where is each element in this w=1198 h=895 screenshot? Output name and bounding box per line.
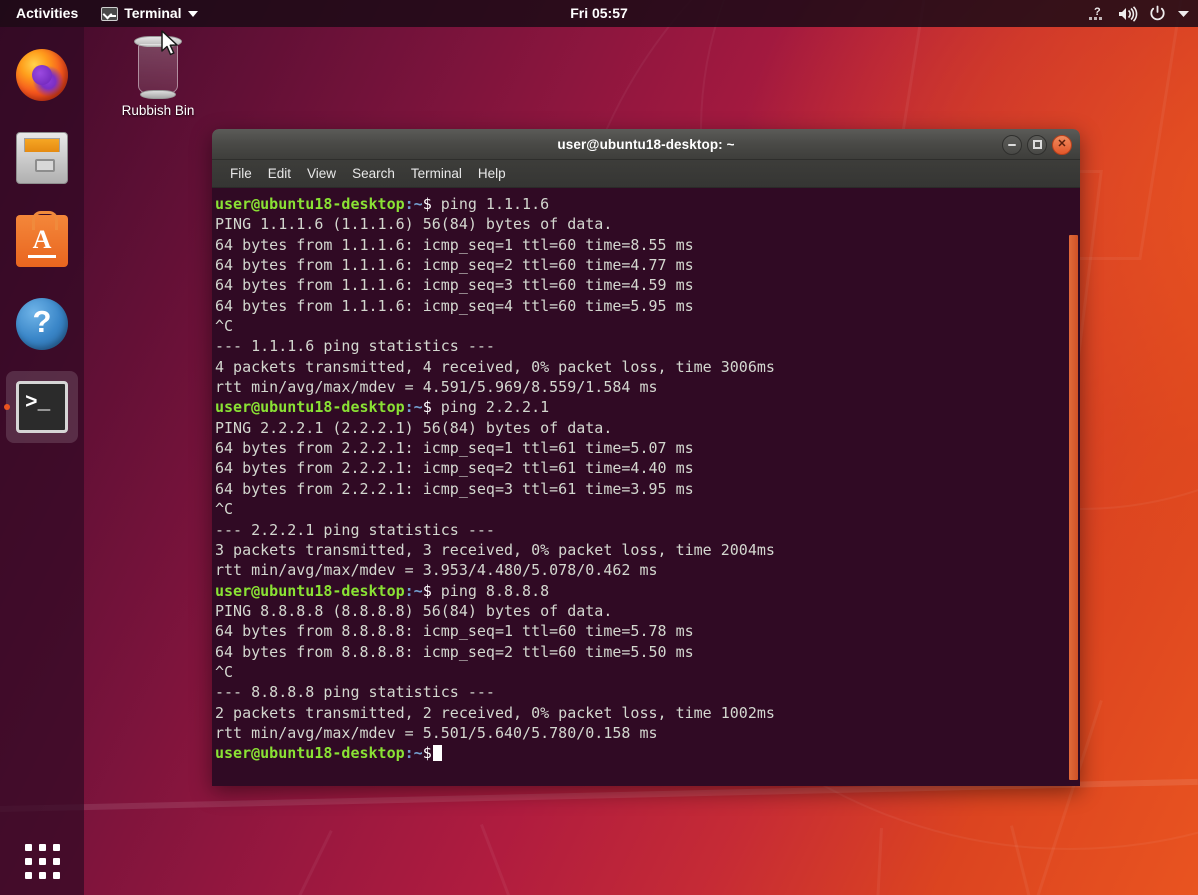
chevron-down-icon bbox=[188, 11, 198, 17]
close-icon: ✕ bbox=[1057, 139, 1066, 150]
minimize-button[interactable] bbox=[1002, 135, 1022, 155]
system-indicators[interactable]: ? bbox=[1089, 0, 1190, 27]
terminal-prompt-line: user@ubuntu18-desktop:~$ ping 8.8.8.8 bbox=[215, 581, 1080, 601]
dock-item-terminal[interactable]: >_ bbox=[6, 371, 78, 443]
terminal-output-line: 4 packets transmitted, 4 received, 0% pa… bbox=[215, 357, 1080, 377]
terminal-output-line: ^C bbox=[215, 662, 1080, 682]
window-controls: ✕ bbox=[1002, 129, 1072, 160]
terminal-output-line: rtt min/avg/max/mdev = 4.591/5.969/8.559… bbox=[215, 377, 1080, 397]
wallpaper-line bbox=[242, 830, 332, 895]
terminal-output-line: 64 bytes from 1.1.1.6: icmp_seq=3 ttl=60… bbox=[215, 275, 1080, 295]
terminal-prompt-icon: >_ bbox=[16, 381, 68, 433]
terminal-command: ping 2.2.2.1 bbox=[432, 398, 549, 416]
dock-item-firefox[interactable] bbox=[6, 39, 78, 111]
files-cabinet-icon bbox=[16, 132, 68, 184]
terminal-prompt-symbol: $ bbox=[423, 195, 432, 213]
menu-bar: File Edit View Search Terminal Help bbox=[212, 160, 1080, 188]
terminal-output-line: ^C bbox=[215, 499, 1080, 519]
dock-item-software[interactable]: A bbox=[6, 205, 78, 277]
scrollbar-thumb[interactable] bbox=[1069, 235, 1078, 780]
terminal-prompt-path: :~ bbox=[405, 744, 423, 762]
volume-icon[interactable] bbox=[1118, 6, 1138, 22]
terminal-scrollbar[interactable] bbox=[1066, 188, 1080, 786]
help-question-glyph: ? bbox=[16, 306, 68, 337]
desktop-icon-label: Rubbish Bin bbox=[122, 103, 195, 118]
activities-button[interactable]: Activities bbox=[0, 0, 91, 27]
terminal-output-line: PING 8.8.8.8 (8.8.8.8) 56(84) bytes of d… bbox=[215, 601, 1080, 621]
window-title: user@ubuntu18-desktop: ~ bbox=[557, 137, 734, 152]
terminal-output-line: 64 bytes from 2.2.2.1: icmp_seq=2 ttl=61… bbox=[215, 458, 1080, 478]
terminal-prompt-symbol: $ bbox=[423, 744, 432, 762]
ubuntu-software-bag-icon: A bbox=[16, 215, 68, 267]
svg-text:?: ? bbox=[1094, 6, 1101, 18]
terminal-output-line: 64 bytes from 1.1.1.6: icmp_seq=2 ttl=60… bbox=[215, 255, 1080, 275]
terminal-command: ping 1.1.1.6 bbox=[432, 195, 549, 213]
show-applications-grid-icon bbox=[25, 844, 60, 879]
terminal-prompt-glyph: >_ bbox=[25, 393, 50, 414]
terminal-prompt-line: user@ubuntu18-desktop:~$ bbox=[215, 743, 1080, 763]
terminal-prompt-path: :~ bbox=[405, 582, 423, 600]
software-a-glyph: A bbox=[16, 227, 68, 253]
terminal-output-line: 64 bytes from 2.2.2.1: icmp_seq=1 ttl=61… bbox=[215, 438, 1080, 458]
clock[interactable]: Fri 05:57 bbox=[499, 0, 699, 27]
terminal-prompt-user: user@ubuntu18-desktop bbox=[215, 398, 405, 416]
dock-item-help[interactable]: ? bbox=[6, 288, 78, 360]
terminal-output-line: --- 1.1.1.6 ping statistics --- bbox=[215, 336, 1080, 356]
terminal-output-line: 64 bytes from 2.2.2.1: icmp_seq=3 ttl=61… bbox=[215, 479, 1080, 499]
terminal-output-line: 64 bytes from 8.8.8.8: icmp_seq=2 ttl=60… bbox=[215, 642, 1080, 662]
close-button[interactable]: ✕ bbox=[1052, 135, 1072, 155]
terminal-icon bbox=[101, 7, 118, 21]
terminal-command: ping 8.8.8.8 bbox=[432, 582, 549, 600]
top-bar: Activities Terminal Fri 05:57 ? bbox=[0, 0, 1198, 27]
terminal-prompt-user: user@ubuntu18-desktop bbox=[215, 582, 405, 600]
wallpaper-line bbox=[480, 824, 569, 895]
terminal-output-line: 64 bytes from 1.1.1.6: icmp_seq=4 ttl=60… bbox=[215, 296, 1080, 316]
terminal-output-line: PING 2.2.2.1 (2.2.2.1) 56(84) bytes of d… bbox=[215, 418, 1080, 438]
terminal-prompt-symbol: $ bbox=[423, 398, 432, 416]
terminal-prompt-path: :~ bbox=[405, 195, 423, 213]
show-applications-button[interactable] bbox=[0, 844, 84, 879]
dock: A ? >_ bbox=[0, 27, 84, 895]
terminal-output-line: --- 2.2.2.1 ping statistics --- bbox=[215, 520, 1080, 540]
mouse-pointer bbox=[160, 30, 182, 60]
window-titlebar[interactable]: user@ubuntu18-desktop: ~ ✕ bbox=[212, 129, 1080, 160]
terminal-output-line: 2 packets transmitted, 2 received, 0% pa… bbox=[215, 703, 1080, 723]
terminal-prompt-user: user@ubuntu18-desktop bbox=[215, 744, 405, 762]
terminal-prompt-line: user@ubuntu18-desktop:~$ ping 1.1.1.6 bbox=[215, 194, 1080, 214]
terminal-output-line: rtt min/avg/max/mdev = 3.953/4.480/5.078… bbox=[215, 560, 1080, 580]
wallpaper-line bbox=[873, 828, 883, 895]
menu-item-terminal[interactable]: Terminal bbox=[403, 164, 470, 183]
terminal-output-line: 64 bytes from 8.8.8.8: icmp_seq=1 ttl=60… bbox=[215, 621, 1080, 641]
terminal-window[interactable]: user@ubuntu18-desktop: ~ ✕ File Edit Vie… bbox=[212, 129, 1080, 786]
terminal-prompt-user: user@ubuntu18-desktop bbox=[215, 195, 405, 213]
terminal-prompt-path: :~ bbox=[405, 398, 423, 416]
help-question-icon: ? bbox=[16, 298, 68, 350]
desktop-icon-rubbish-bin[interactable]: Rubbish Bin bbox=[112, 36, 204, 118]
terminal-output-line: ^C bbox=[215, 316, 1080, 336]
system-menu-chevron-icon[interactable] bbox=[1177, 9, 1190, 19]
menu-item-edit[interactable]: Edit bbox=[260, 164, 299, 183]
app-menu-label: Terminal bbox=[124, 0, 181, 27]
terminal-output-line: 64 bytes from 1.1.1.6: icmp_seq=1 ttl=60… bbox=[215, 235, 1080, 255]
dock-item-files[interactable] bbox=[6, 122, 78, 194]
menu-item-view[interactable]: View bbox=[299, 164, 344, 183]
menu-item-help[interactable]: Help bbox=[470, 164, 514, 183]
menu-item-file[interactable]: File bbox=[222, 164, 260, 183]
terminal-output-line: --- 8.8.8.8 ping statistics --- bbox=[215, 682, 1080, 702]
terminal-prompt-line: user@ubuntu18-desktop:~$ ping 2.2.2.1 bbox=[215, 397, 1080, 417]
network-icon[interactable]: ? bbox=[1089, 6, 1107, 22]
maximize-button[interactable] bbox=[1027, 135, 1047, 155]
terminal-output-line: rtt min/avg/max/mdev = 5.501/5.640/5.780… bbox=[215, 723, 1080, 743]
terminal-prompt-symbol: $ bbox=[423, 582, 432, 600]
terminal-output-line: PING 1.1.1.6 (1.1.1.6) 56(84) bytes of d… bbox=[215, 214, 1080, 234]
app-menu-terminal[interactable]: Terminal bbox=[91, 0, 207, 27]
terminal-output: user@ubuntu18-desktop:~$ ping 1.1.1.6PIN… bbox=[214, 194, 1080, 764]
terminal-cursor bbox=[433, 745, 442, 761]
power-icon[interactable] bbox=[1149, 5, 1166, 22]
terminal-body[interactable]: user@ubuntu18-desktop:~$ ping 1.1.1.6PIN… bbox=[212, 188, 1080, 786]
terminal-output-line: 3 packets transmitted, 3 received, 0% pa… bbox=[215, 540, 1080, 560]
firefox-icon bbox=[16, 49, 68, 101]
menu-item-search[interactable]: Search bbox=[344, 164, 403, 183]
